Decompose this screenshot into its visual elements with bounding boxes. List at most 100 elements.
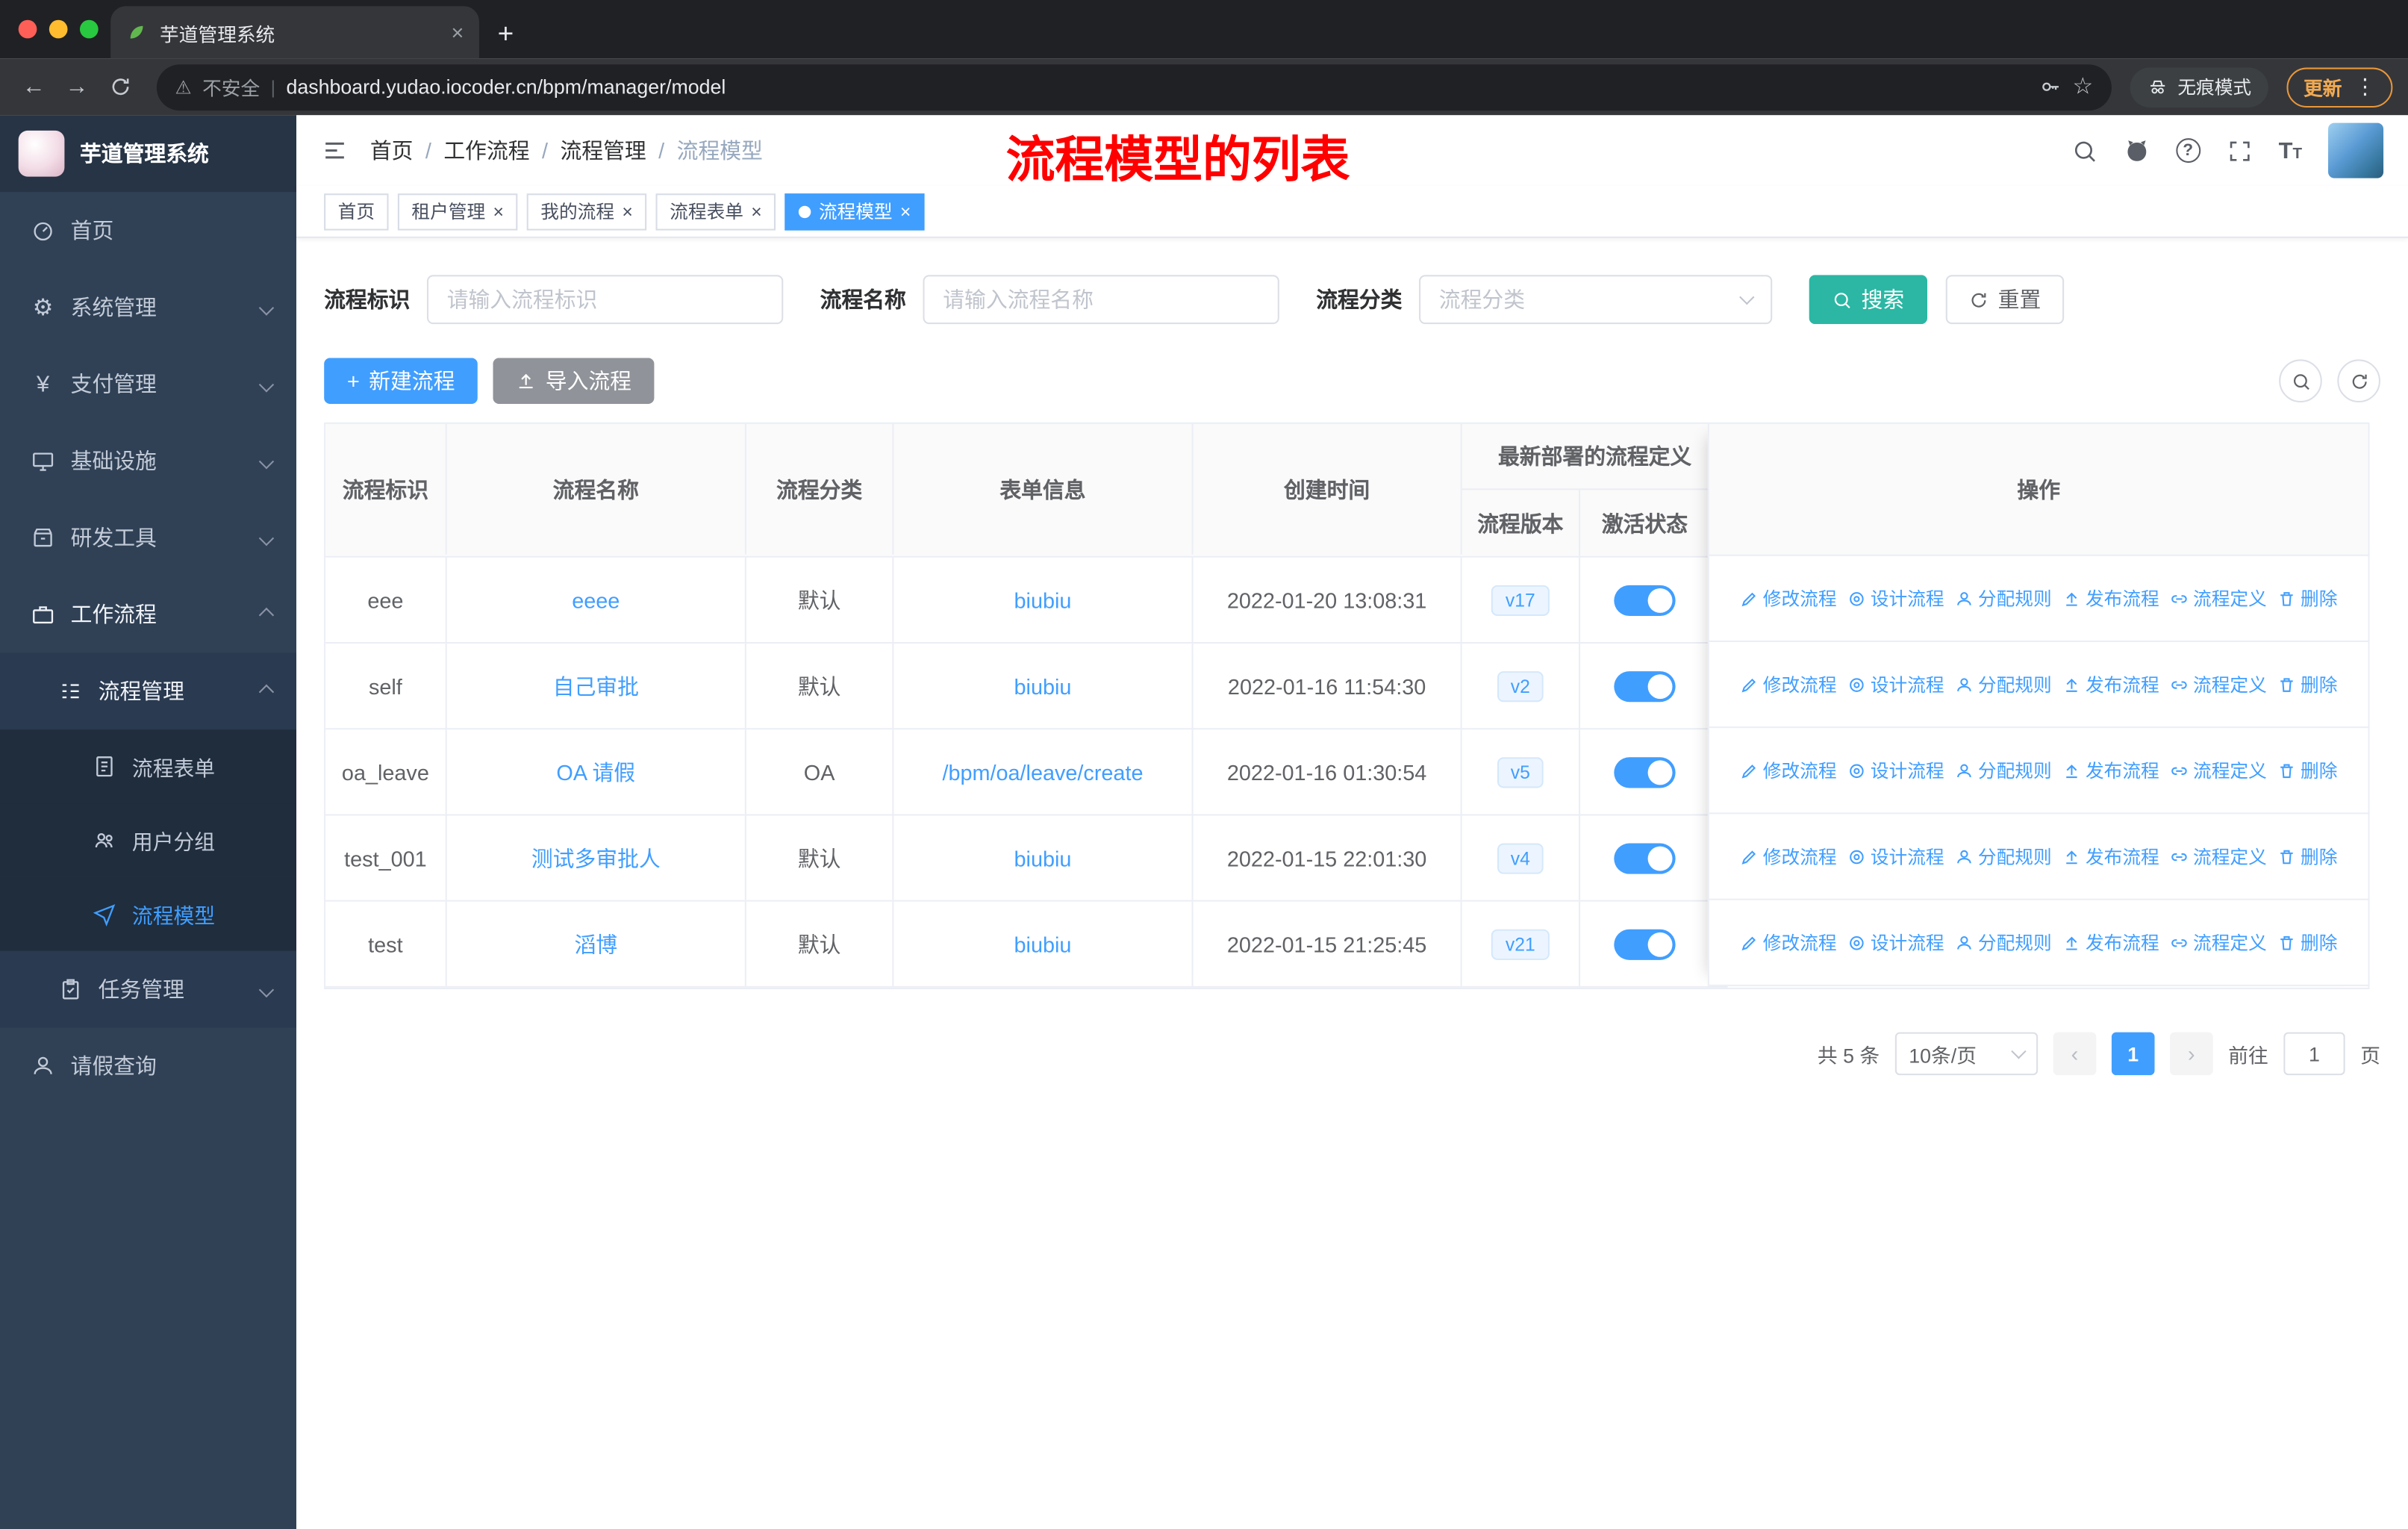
- action-publish-button[interactable]: 发布流程: [2062, 671, 2159, 697]
- sidebar-item-leave-query[interactable]: 请假查询: [0, 1027, 296, 1104]
- action-edit-button[interactable]: 修改流程: [1740, 844, 1837, 870]
- action-design-button[interactable]: 设计流程: [1847, 757, 1944, 783]
- form-info-link[interactable]: biubiu: [1014, 932, 1072, 956]
- active-toggle[interactable]: [1614, 928, 1676, 959]
- close-icon[interactable]: ×: [622, 202, 632, 221]
- process-name-link[interactable]: 滔博: [574, 929, 617, 959]
- close-window-button[interactable]: [18, 19, 37, 39]
- bookmark-star-button[interactable]: ☆: [2072, 75, 2093, 99]
- action-design-button[interactable]: 设计流程: [1847, 585, 1944, 611]
- active-toggle[interactable]: [1614, 842, 1676, 874]
- active-toggle[interactable]: [1614, 670, 1676, 702]
- process-name-link[interactable]: 自己审批: [553, 670, 639, 701]
- sidebar-item-process-model[interactable]: 流程模型: [0, 876, 297, 951]
- goto-page-input[interactable]: [2283, 1032, 2345, 1076]
- update-chrome-button[interactable]: 更新 ⋮: [2286, 66, 2393, 107]
- sidebar-logo[interactable]: 芋道管理系统: [0, 115, 297, 193]
- action-definition-button[interactable]: 流程定义: [2170, 585, 2267, 611]
- action-publish-button[interactable]: 发布流程: [2062, 585, 2159, 611]
- sidebar-item-devtools[interactable]: 研发工具: [0, 499, 296, 576]
- version-badge[interactable]: v2: [1497, 670, 1544, 702]
- show-search-button[interactable]: [2279, 359, 2322, 403]
- tag-tenant-management[interactable]: 租户管理 ×: [397, 193, 518, 230]
- action-assign-button[interactable]: 分配规则: [1955, 757, 2052, 783]
- github-icon[interactable]: [2124, 137, 2150, 164]
- form-info-link[interactable]: biubiu: [1014, 673, 1072, 698]
- sidebar-item-process-form[interactable]: 流程表单: [0, 729, 297, 804]
- url-text[interactable]: dashboard.yudao.iocoder.cn/bpm/manager/m…: [287, 75, 2028, 99]
- close-tab-icon[interactable]: ×: [451, 22, 464, 43]
- reload-button[interactable]: [102, 75, 138, 99]
- action-edit-button[interactable]: 修改流程: [1740, 585, 1837, 611]
- fullscreen-icon[interactable]: [2227, 137, 2253, 164]
- sidebar-item-workflow[interactable]: 工作流程: [0, 576, 296, 653]
- active-toggle[interactable]: [1614, 756, 1676, 788]
- action-publish-button[interactable]: 发布流程: [2062, 844, 2159, 870]
- close-icon[interactable]: ×: [900, 202, 911, 221]
- action-delete-button[interactable]: 删除: [2277, 671, 2337, 697]
- close-icon[interactable]: ×: [751, 202, 761, 221]
- collapse-sidebar-button[interactable]: [321, 137, 349, 164]
- tag-my-process[interactable]: 我的流程 ×: [526, 193, 647, 230]
- sidebar-item-user-group[interactable]: 用户分组: [0, 803, 297, 877]
- import-process-button[interactable]: 导入流程: [493, 358, 655, 405]
- search-icon[interactable]: [2071, 137, 2097, 164]
- tag-process-form[interactable]: 流程表单 ×: [655, 193, 776, 230]
- search-button[interactable]: 搜索: [1809, 275, 1928, 325]
- new-tab-button[interactable]: +: [498, 20, 514, 48]
- back-button[interactable]: ←: [16, 74, 52, 100]
- version-badge[interactable]: v21: [1491, 928, 1550, 959]
- process-category-select[interactable]: 流程分类: [1419, 275, 1773, 325]
- action-delete-button[interactable]: 删除: [2277, 929, 2337, 956]
- action-design-button[interactable]: 设计流程: [1847, 929, 1944, 956]
- action-design-button[interactable]: 设计流程: [1847, 671, 1944, 697]
- action-definition-button[interactable]: 流程定义: [2170, 671, 2267, 697]
- form-info-link[interactable]: biubiu: [1014, 588, 1072, 612]
- action-delete-button[interactable]: 删除: [2277, 844, 2337, 870]
- process-name-input[interactable]: [923, 275, 1279, 325]
- font-size-icon[interactable]: TT: [2279, 139, 2302, 162]
- browser-menu-icon[interactable]: ⋮: [2354, 74, 2376, 100]
- forward-button[interactable]: →: [58, 74, 95, 100]
- action-edit-button[interactable]: 修改流程: [1740, 929, 1837, 956]
- browser-tab[interactable]: 芋道管理系统 ×: [110, 6, 479, 59]
- process-name-link[interactable]: OA 请假: [556, 756, 635, 787]
- create-process-button[interactable]: + 新建流程: [324, 358, 478, 405]
- minimize-window-button[interactable]: [49, 19, 68, 39]
- maximize-window-button[interactable]: [79, 19, 99, 39]
- user-avatar[interactable]: [2328, 122, 2384, 178]
- form-info-link[interactable]: /bpm/oa/leave/create: [942, 759, 1143, 784]
- refresh-table-button[interactable]: [2337, 359, 2380, 403]
- sidebar-item-payment[interactable]: ¥ 支付管理: [0, 346, 296, 423]
- breadcrumb-item-workflow[interactable]: 工作流程: [443, 135, 529, 166]
- breadcrumb-item-process-management[interactable]: 流程管理: [561, 135, 646, 166]
- form-info-link[interactable]: biubiu: [1014, 846, 1072, 871]
- sidebar-item-process-management[interactable]: 流程管理: [0, 653, 297, 730]
- action-edit-button[interactable]: 修改流程: [1740, 757, 1837, 783]
- action-edit-button[interactable]: 修改流程: [1740, 671, 1837, 697]
- help-icon[interactable]: ?: [2175, 138, 2200, 164]
- action-delete-button[interactable]: 删除: [2277, 585, 2337, 611]
- page-number-button[interactable]: 1: [2111, 1032, 2155, 1076]
- version-badge[interactable]: v5: [1497, 756, 1544, 788]
- sidebar-item-home[interactable]: 首页: [0, 192, 296, 269]
- action-definition-button[interactable]: 流程定义: [2170, 757, 2267, 783]
- address-bar[interactable]: ⚠ 不安全 | dashboard.yudao.iocoder.cn/bpm/m…: [156, 63, 2112, 110]
- process-name-link[interactable]: 测试多审批人: [531, 842, 661, 873]
- tag-home[interactable]: 首页: [324, 193, 389, 230]
- active-toggle[interactable]: [1614, 584, 1676, 615]
- action-assign-button[interactable]: 分配规则: [1955, 671, 2052, 697]
- page-size-select[interactable]: 10条/页: [1894, 1032, 2039, 1076]
- action-assign-button[interactable]: 分配规则: [1955, 585, 2052, 611]
- action-definition-button[interactable]: 流程定义: [2170, 929, 2267, 956]
- action-delete-button[interactable]: 删除: [2277, 757, 2337, 783]
- breadcrumb-item-home[interactable]: 首页: [370, 135, 414, 166]
- process-name-link[interactable]: eeee: [572, 588, 620, 612]
- action-publish-button[interactable]: 发布流程: [2062, 757, 2159, 783]
- sidebar-item-infrastructure[interactable]: 基础设施: [0, 423, 296, 499]
- action-assign-button[interactable]: 分配规则: [1955, 844, 2052, 870]
- version-badge[interactable]: v17: [1491, 584, 1550, 615]
- next-page-button[interactable]: ›: [2170, 1032, 2213, 1076]
- process-id-input[interactable]: [426, 275, 784, 325]
- version-badge[interactable]: v4: [1497, 842, 1544, 874]
